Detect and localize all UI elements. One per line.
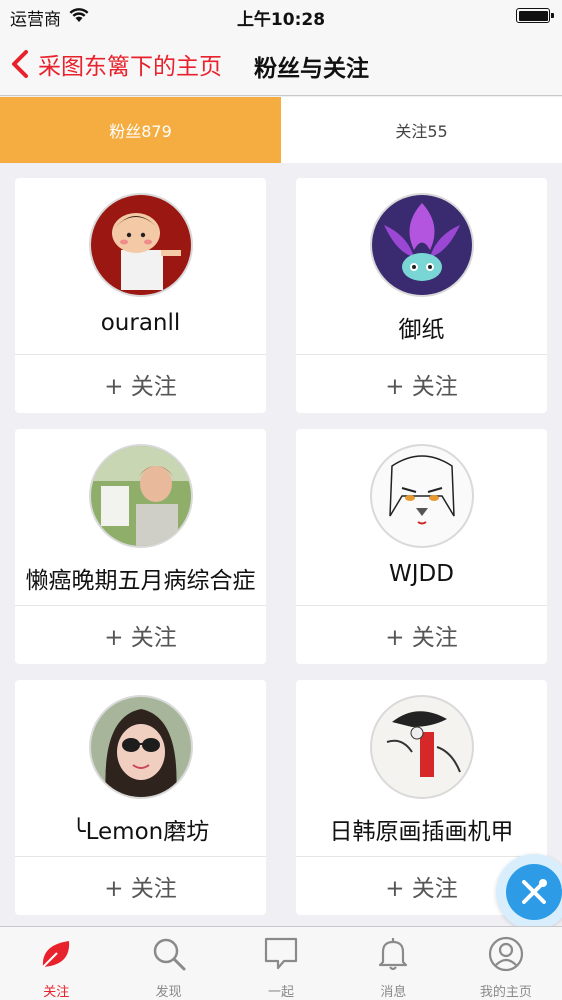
sunglasses-girl-avatar-image <box>91 697 191 797</box>
back-button-label: 采图东篱下的主页 <box>38 54 222 80</box>
purple-creature-avatar-image <box>372 195 472 295</box>
avatar[interactable] <box>89 444 193 548</box>
avatar[interactable] <box>89 193 193 297</box>
bottom-tab-bar: 关注 发现 一起 消息 我的主页 <box>0 926 562 1000</box>
user-card[interactable]: WJDD + 关注 <box>296 429 547 664</box>
follow-button[interactable]: + 关注 <box>15 857 266 915</box>
battery-icon <box>516 8 554 23</box>
user-card[interactable]: ╰Lemon磨坊 + 关注 <box>15 680 266 915</box>
user-grid: ouranll + 关注 御纸 + 关注 懒癌晚期五月病综合症 + 关注 WJD… <box>0 163 562 926</box>
avatar[interactable] <box>370 444 474 548</box>
segment-tabs: 粉丝879 关注55 <box>0 97 562 163</box>
tab-following-label: 关注55 <box>395 122 448 141</box>
tab-bar-item-discover[interactable]: 发现 <box>112 927 224 1000</box>
leaf-icon <box>42 941 70 968</box>
tab-bar-item-follow[interactable]: 关注 <box>0 927 112 1000</box>
chevron-left-icon <box>12 50 28 78</box>
back-button[interactable]: 采图东篱下的主页 <box>10 46 222 82</box>
avatar[interactable] <box>370 193 474 297</box>
user-name: ouranll <box>100 310 181 336</box>
painter-outdoor-avatar-image <box>91 446 191 546</box>
page-title: 粉丝与关注 <box>254 56 369 82</box>
user-name: 御纸 <box>398 317 445 343</box>
tab-following[interactable]: 关注55 <box>281 97 562 163</box>
avatar[interactable] <box>89 695 193 799</box>
follow-button[interactable]: + 关注 <box>296 355 547 413</box>
tab-fans[interactable]: 粉丝879 <box>0 97 281 163</box>
avatar[interactable] <box>370 695 474 799</box>
tab-bar-item-profile[interactable]: 我的主页 <box>450 927 562 1000</box>
follow-button[interactable]: + 关注 <box>15 606 266 664</box>
sketch-girl-avatar-image <box>372 446 472 546</box>
tab-bar-label: 消息 <box>380 985 407 1000</box>
tab-bar-label: 一起 <box>268 985 295 1000</box>
clock-time: 上午10:28 <box>236 10 326 30</box>
follow-button[interactable]: + 关注 <box>15 355 266 413</box>
user-card[interactable]: ouranll + 关注 <box>15 178 266 413</box>
user-icon <box>488 936 523 972</box>
girl-red-avatar-image <box>91 195 191 295</box>
chat-bubble-icon <box>264 937 298 970</box>
tab-bar-label: 发现 <box>155 985 182 1000</box>
user-name: WJDD <box>389 561 454 587</box>
user-name: ╰Lemon磨坊 <box>71 819 210 845</box>
ink-illustration-avatar-image <box>372 697 472 797</box>
tab-bar-label: 我的主页 <box>479 985 532 1000</box>
follow-button[interactable]: + 关注 <box>296 606 547 664</box>
brush-icon <box>522 879 547 904</box>
tab-bar-label: 关注 <box>43 985 70 1000</box>
fab-circle <box>506 864 562 920</box>
navigation-bar: 采图东篱下的主页 粉丝与关注 <box>0 32 562 96</box>
tab-fans-label: 粉丝879 <box>109 122 172 141</box>
bell-icon <box>379 938 408 971</box>
status-bar: 运营商 上午10:28 <box>0 0 562 32</box>
tab-bar-item-messages[interactable]: 消息 <box>337 927 449 1000</box>
tab-bar-item-together[interactable]: 一起 <box>225 927 337 1000</box>
floating-action-button[interactable] <box>496 854 562 930</box>
user-card[interactable]: 懒癌晚期五月病综合症 + 关注 <box>15 429 266 664</box>
user-name: 日韩原画插画机甲 <box>329 819 514 845</box>
user-name: 懒癌晚期五月病综合症 <box>25 568 256 594</box>
search-icon <box>153 938 186 971</box>
user-card[interactable]: 御纸 + 关注 <box>296 178 547 413</box>
